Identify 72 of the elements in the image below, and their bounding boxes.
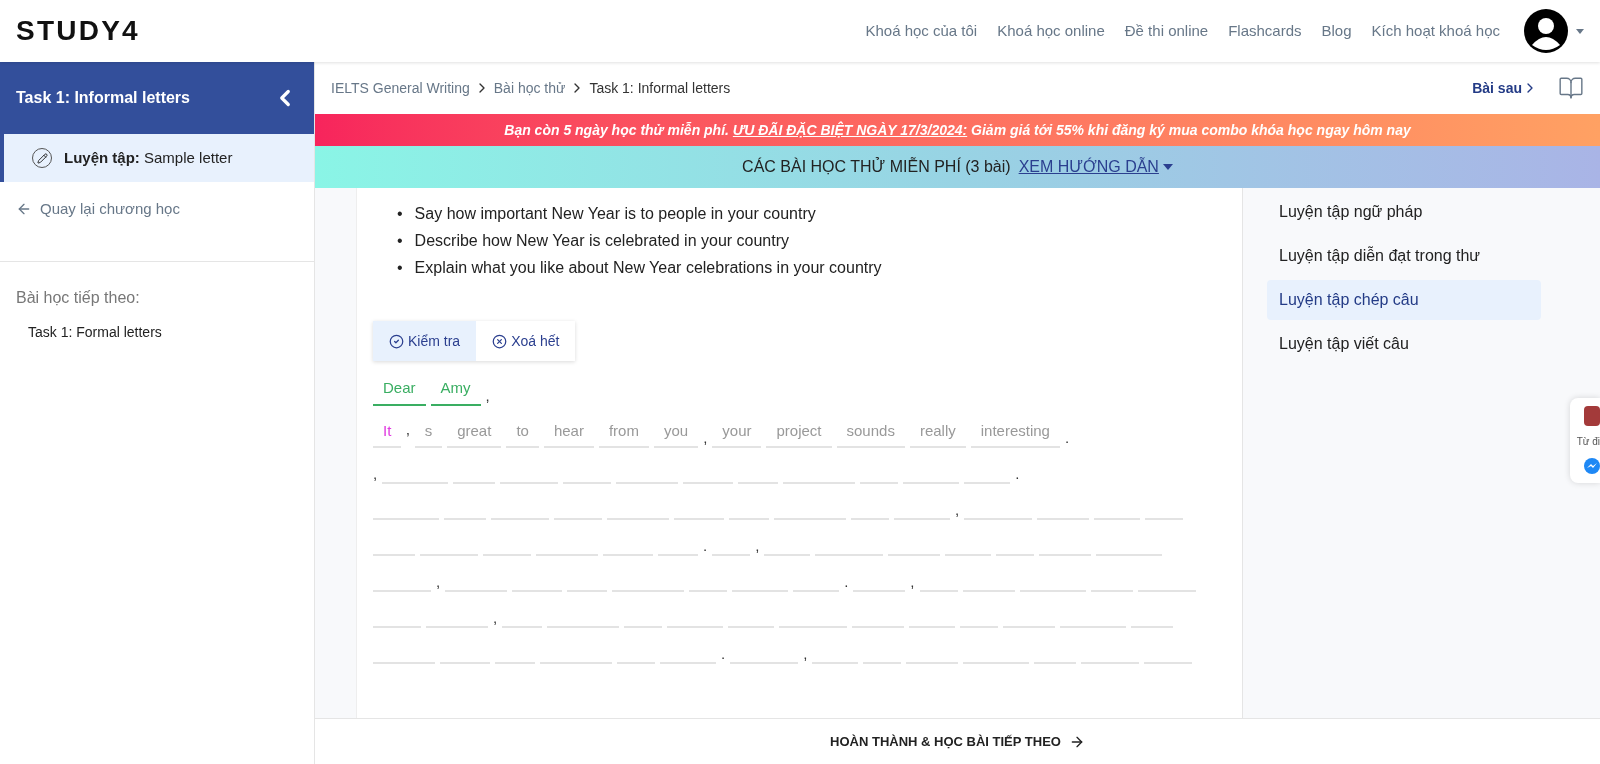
punctuation-mark: . bbox=[1015, 464, 1020, 484]
sidebar-title: Task 1: Informal letters bbox=[16, 88, 190, 108]
promo-text: Bạn còn 5 ngày học thử miễn phí. ƯU ĐÃI ĐẶC BIỆT NGÀY 17/3/2024: Giảm giá tới 55% khi đăng ký mua combo khóa học ngay hôm nay bbox=[504, 120, 1411, 140]
caret-icon[interactable] bbox=[1576, 28, 1584, 34]
trial-text: CÁC BÀI HỌC THỬ MIỄN PHÍ (3 bài) bbox=[742, 156, 1011, 177]
punctuation-mark: , bbox=[493, 608, 498, 628]
check-circle-icon bbox=[389, 333, 404, 349]
toc-item[interactable]: Luyện tập viết câu bbox=[1267, 324, 1541, 364]
breadcrumb-link[interactable]: IELTS General Writing bbox=[331, 77, 470, 99]
word-input[interactable]: Dear bbox=[373, 377, 426, 406]
guide-link[interactable]: XEM HƯỚNG DẪN bbox=[1018, 155, 1173, 179]
caret-icon bbox=[1162, 164, 1173, 170]
breadcrumb-link[interactable]: Task 1: Informal letters bbox=[589, 77, 731, 99]
bullet-marker: • bbox=[397, 257, 403, 278]
punctuation-mark: ’ bbox=[406, 428, 410, 448]
finish-button[interactable]: HOÀN THÀNH & HỌC BÀI TIẾP THEO bbox=[830, 731, 1085, 752]
check-button[interactable]: Kiểm tra bbox=[373, 321, 477, 361]
punctuation-mark: , bbox=[485, 385, 490, 406]
punctuation-mark: , bbox=[703, 428, 708, 448]
word-input[interactable]: from bbox=[598, 419, 649, 448]
word-input[interactable]: s bbox=[414, 419, 443, 448]
breadcrumb-link[interactable]: Bài học thử bbox=[493, 77, 566, 99]
nav-link[interactable]: Kích hoạt khoá học bbox=[1371, 19, 1500, 43]
toc-item[interactable]: Luyện tập diễn đạt trong thư bbox=[1267, 236, 1541, 276]
bullet-text: Describe how New Year is celebrated in your country bbox=[414, 230, 790, 251]
word-input[interactable]: project bbox=[766, 419, 832, 448]
word-input[interactable]: It bbox=[373, 419, 402, 448]
nav-link[interactable]: Blog bbox=[1321, 19, 1352, 43]
nav-link[interactable]: Đề thi online bbox=[1124, 19, 1209, 43]
dictionary-icon[interactable] bbox=[1584, 406, 1600, 426]
nav-link[interactable]: Khoá học của tôi bbox=[865, 19, 978, 43]
toc-item[interactable]: Luyện tập chép câu bbox=[1267, 280, 1541, 320]
punctuation-mark: , bbox=[910, 572, 915, 592]
nav-link[interactable]: Khoá học online bbox=[997, 19, 1105, 43]
back-link[interactable]: Quay lại chương học bbox=[0, 198, 314, 221]
bullet-marker: • bbox=[397, 230, 403, 251]
bullet-marker: • bbox=[397, 203, 403, 224]
promo-link[interactable]: ƯU ĐÃI ĐẶC BIỆT NGÀY 17/3/2024: bbox=[732, 121, 968, 138]
word-input[interactable]: you bbox=[653, 419, 699, 448]
word-input[interactable]: to bbox=[506, 419, 539, 448]
bullet-text: Say how important New Year is to people in your country bbox=[414, 203, 816, 224]
next-lesson-link[interactable]: Task 1: Formal letters bbox=[16, 321, 298, 343]
dictionary-label[interactable]: Từ đi bbox=[1576, 434, 1600, 449]
messenger-icon[interactable] bbox=[1582, 457, 1600, 475]
clear-button[interactable]: Xoá hết bbox=[476, 321, 576, 361]
punctuation-mark: , bbox=[436, 572, 441, 592]
word-input[interactable]: your bbox=[712, 419, 762, 448]
item-label: Luyện tập: Sample letter bbox=[64, 147, 233, 168]
punctuation-mark: , bbox=[955, 500, 960, 520]
punctuation-mark: , bbox=[755, 536, 760, 556]
punctuation-mark: . bbox=[703, 536, 708, 556]
punctuation-mark: , bbox=[373, 464, 378, 484]
toc-item[interactable]: Luyện tập ngữ pháp bbox=[1267, 192, 1541, 232]
punctuation-mark: . bbox=[721, 644, 726, 664]
word-input[interactable]: great bbox=[447, 419, 502, 448]
logo[interactable]: STUDY4 bbox=[16, 10, 140, 52]
punctuation-mark: . bbox=[844, 572, 849, 592]
next-heading: Bài học tiếp theo: bbox=[16, 287, 141, 308]
word-input[interactable]: sounds bbox=[836, 419, 905, 448]
bullet-text: Explain what you like about New Year celebrations in your country bbox=[414, 257, 882, 278]
book-icon[interactable] bbox=[1558, 75, 1584, 101]
word-input[interactable]: Amy bbox=[430, 377, 481, 406]
nav-link[interactable]: Flashcards bbox=[1228, 19, 1302, 43]
word-input[interactable]: hear bbox=[543, 419, 594, 448]
punctuation-mark: . bbox=[1064, 428, 1070, 448]
punctuation-mark: , bbox=[803, 644, 808, 664]
next-lesson-button[interactable]: Bài sau bbox=[1472, 77, 1538, 99]
word-input[interactable]: interesting bbox=[970, 419, 1060, 448]
x-circle-icon bbox=[492, 333, 508, 349]
avatar-icon[interactable] bbox=[1524, 9, 1568, 53]
word-input[interactable]: really bbox=[909, 419, 966, 448]
sidebar-item[interactable]: Luyện tập: Sample letter bbox=[0, 134, 314, 182]
